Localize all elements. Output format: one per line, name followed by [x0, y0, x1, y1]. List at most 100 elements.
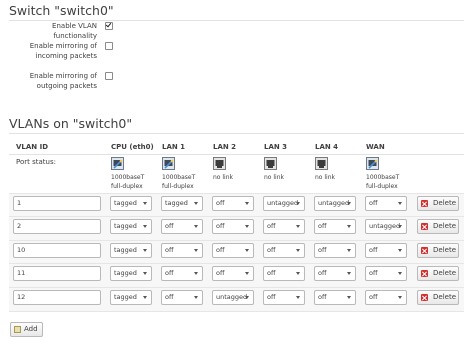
vlan-id-input[interactable]: 10: [13, 243, 101, 258]
port-status-line: 1000baseT: [366, 174, 400, 181]
dropdown-arrow-icon: [194, 272, 198, 275]
select-value: off: [267, 269, 276, 277]
column-header: LAN 1: [162, 143, 186, 151]
setting-checkbox-0[interactable]: [105, 22, 113, 30]
port-membership-select[interactable]: off: [365, 243, 407, 258]
port-membership-select[interactable]: off: [161, 266, 203, 281]
port-membership-select[interactable]: tagged: [161, 196, 203, 211]
setting-checkbox-1[interactable]: [105, 42, 113, 50]
dropdown-arrow-icon: [398, 249, 402, 252]
delete-vlan-button[interactable]: Delete: [417, 290, 459, 305]
port-membership-select[interactable]: off: [161, 219, 203, 234]
port-membership-select[interactable]: tagged: [110, 196, 152, 211]
delete-button-label: Delete: [433, 269, 456, 277]
port-status-line: no link: [213, 174, 233, 181]
port-membership-select[interactable]: off: [314, 290, 356, 305]
delete-button-label: Delete: [433, 293, 456, 301]
port-membership-select[interactable]: off: [365, 196, 407, 211]
column-header: VLAN ID: [16, 143, 49, 151]
port-membership-select[interactable]: off: [212, 266, 254, 281]
delete-icon: [421, 200, 428, 207]
delete-vlan-button[interactable]: Delete: [417, 266, 459, 281]
delete-button-label: Delete: [433, 246, 456, 254]
port-membership-select[interactable]: tagged: [110, 219, 152, 234]
port-membership-select[interactable]: tagged: [110, 243, 152, 258]
port-membership-select[interactable]: off: [161, 290, 203, 305]
add-vlan-button[interactable]: Add: [10, 322, 43, 337]
select-value: tagged: [114, 222, 137, 230]
dropdown-arrow-icon: [143, 296, 147, 299]
setting-label-2: Enable mirroring of outgoing packets: [9, 71, 97, 91]
select-value: off: [216, 246, 225, 254]
setting-label-1: Enable mirroring of incoming packets: [9, 41, 97, 61]
port-membership-select[interactable]: off: [314, 243, 356, 258]
port-membership-select[interactable]: off: [365, 290, 407, 305]
port-membership-select[interactable]: untagged: [212, 290, 254, 305]
dropdown-arrow-icon: [347, 296, 351, 299]
setting-label-0: Enable VLAN functionality: [9, 21, 97, 41]
vlans-title-underline: [9, 133, 464, 134]
vlan-id-input[interactable]: 2: [13, 219, 101, 234]
add-button-label: Add: [24, 325, 38, 333]
port-membership-select[interactable]: off: [212, 196, 254, 211]
setting-label-line: Enable VLAN functionality: [52, 22, 97, 40]
delete-icon: [421, 223, 428, 230]
setting-label-line: incoming packets: [35, 52, 97, 60]
add-icon: [14, 326, 21, 333]
port-status-text: no link: [213, 173, 261, 182]
select-value: off: [369, 246, 378, 254]
delete-button-label: Delete: [433, 199, 456, 207]
select-value: tagged: [114, 199, 137, 207]
select-value: off: [165, 222, 174, 230]
dropdown-arrow-icon: [245, 296, 249, 299]
port-membership-select[interactable]: untagged: [365, 219, 407, 234]
port-membership-select[interactable]: untagged: [314, 196, 356, 211]
port-up-icon: [162, 157, 175, 170]
delete-vlan-button[interactable]: Delete: [417, 219, 459, 234]
port-membership-select[interactable]: tagged: [110, 290, 152, 305]
port-up-icon: [111, 157, 124, 170]
port-status-line: 1000baseT: [111, 174, 145, 181]
select-value: off: [165, 246, 174, 254]
port-down-icon: [315, 157, 328, 170]
vlan-id-input[interactable]: 12: [13, 290, 101, 305]
dropdown-arrow-icon: [245, 249, 249, 252]
port-membership-select[interactable]: off: [263, 243, 305, 258]
dropdown-arrow-icon: [245, 272, 249, 275]
port-membership-select[interactable]: off: [263, 290, 305, 305]
delete-vlan-button[interactable]: Delete: [417, 243, 459, 258]
vlan-id-input[interactable]: 11: [13, 266, 101, 281]
port-membership-select[interactable]: off: [314, 266, 356, 281]
dropdown-arrow-icon: [194, 249, 198, 252]
setting-label-line: outgoing packets: [36, 82, 97, 90]
port-status-text: no link: [315, 173, 363, 182]
port-membership-select[interactable]: off: [212, 219, 254, 234]
port-membership-select[interactable]: off: [161, 243, 203, 258]
setting-checkbox-2[interactable]: [105, 72, 113, 80]
setting-label-line: Enable mirroring of: [29, 42, 97, 50]
port-membership-select[interactable]: off: [365, 266, 407, 281]
dropdown-arrow-icon: [143, 202, 147, 205]
select-value: off: [216, 222, 225, 230]
port-membership-select[interactable]: off: [263, 219, 305, 234]
port-membership-select[interactable]: untagged: [263, 196, 305, 211]
port-status-line: full-duplex: [111, 183, 143, 190]
select-value: untagged: [216, 293, 248, 301]
dropdown-arrow-icon: [296, 296, 300, 299]
select-value: off: [318, 293, 327, 301]
port-membership-select[interactable]: off: [212, 243, 254, 258]
delete-icon: [421, 270, 428, 277]
delete-vlan-button[interactable]: Delete: [417, 196, 459, 211]
port-membership-select[interactable]: tagged: [110, 266, 152, 281]
select-value: off: [369, 293, 378, 301]
port-membership-select[interactable]: off: [263, 266, 305, 281]
vlan-id-input[interactable]: 1: [13, 196, 101, 211]
dropdown-arrow-icon: [398, 225, 402, 228]
dropdown-arrow-icon: [194, 202, 198, 205]
select-value: off: [267, 222, 276, 230]
select-value: tagged: [165, 199, 188, 207]
port-membership-select[interactable]: off: [314, 219, 356, 234]
port-status-text: no link: [264, 173, 312, 182]
port-down-icon: [264, 157, 277, 170]
select-value: off: [318, 269, 327, 277]
